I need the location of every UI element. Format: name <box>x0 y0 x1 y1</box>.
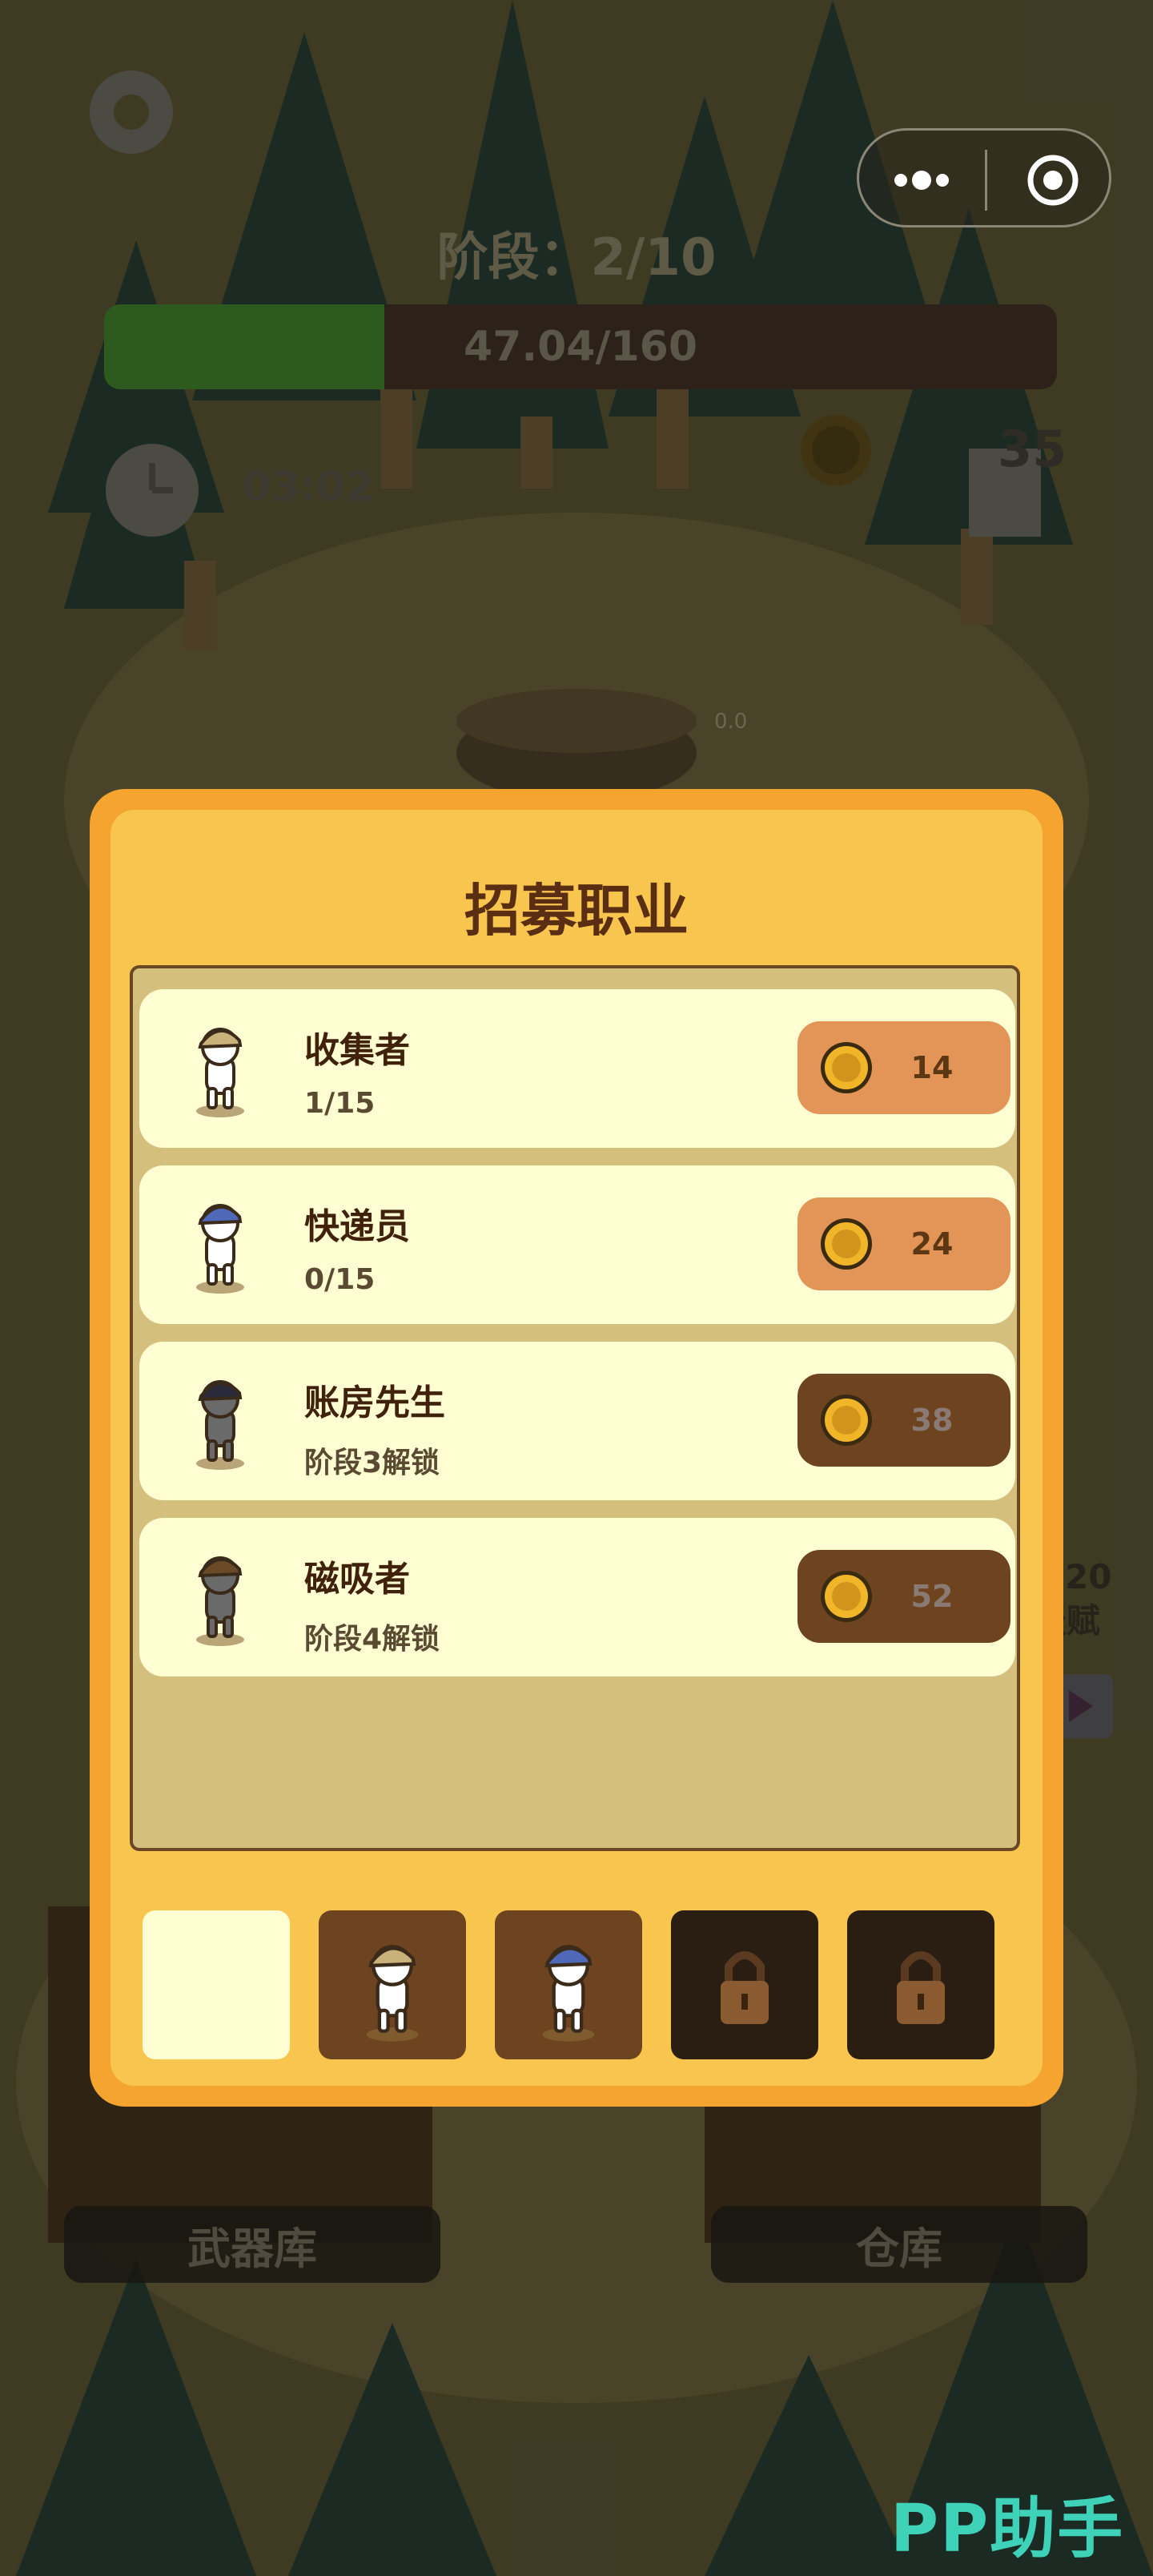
profession-status: 0/15 <box>304 1263 376 1296</box>
recruit-button[interactable]: 38 <box>797 1374 1010 1467</box>
coin-icon <box>821 1571 872 1622</box>
profession-status: 阶段3解锁 <box>304 1447 440 1479</box>
recruit-cost: 38 <box>910 1403 954 1438</box>
profession-tab[interactable] <box>495 1910 642 2059</box>
watermark: PP助手 <box>890 2491 1125 2567</box>
timer-text: 03:02 <box>242 463 375 511</box>
scene-marker: 0.0 <box>714 710 748 734</box>
profession-row: 快递员 0/15 24 <box>139 1165 1015 1324</box>
armory-label[interactable]: 武器库 <box>64 2206 440 2283</box>
profession-tab[interactable] <box>143 1910 290 2059</box>
profession-tab[interactable] <box>319 1910 466 2059</box>
recruit-cost: 24 <box>910 1226 954 1262</box>
profession-status: 阶段4解锁 <box>304 1623 440 1656</box>
profession-name: 快递员 <box>304 1206 410 1247</box>
profession-row: 账房先生阶段3解锁 38 <box>139 1342 1015 1500</box>
capsule-divider <box>985 150 987 211</box>
recruit-button[interactable]: 14 <box>797 1021 1010 1114</box>
profession-row: 磁吸者阶段4解锁 52 <box>139 1518 1015 1676</box>
recruit-button[interactable]: 52 <box>797 1550 1010 1643</box>
more-dots-icon[interactable] <box>890 156 954 204</box>
recruit-button[interactable]: 24 <box>797 1197 1010 1290</box>
coin-icon <box>821 1218 872 1270</box>
target-circle-icon[interactable] <box>1026 153 1080 207</box>
recruit-dialog: 招募职业 收集者 1/15 14 快递员 0/15 24 账房先生阶段3解锁 38 磁吸者阶段4… <box>90 789 1063 2107</box>
worker-avatar-icon <box>196 1204 244 1294</box>
worker-avatar-icon <box>196 1028 244 1117</box>
talent-count: 20 <box>1065 1557 1112 1596</box>
coin-icon <box>821 1042 872 1093</box>
profession-name: 收集者 <box>304 1030 410 1071</box>
worker-avatar-icon <box>542 1945 595 2042</box>
dialog-title: 招募职业 <box>464 878 689 944</box>
worker-avatar-icon <box>366 1945 419 2042</box>
coin-icon <box>821 1395 872 1446</box>
padlock-icon <box>897 1951 945 2024</box>
profession-list: 收集者 1/15 14 快递员 0/15 24 账房先生阶段3解锁 38 磁吸者阶段4解锁 52 <box>130 965 1020 1851</box>
profession-name: 账房先生 <box>304 1383 445 1423</box>
worker-avatar-icon <box>196 1380 244 1470</box>
recruit-cost: 14 <box>910 1050 954 1085</box>
profession-tab[interactable] <box>671 1910 818 2059</box>
stage-progress-bar: 47.04/160 <box>104 304 1057 389</box>
progress-text: 47.04/160 <box>463 323 698 371</box>
dialog-inner: 招募职业 收集者 1/15 14 快递员 0/15 24 账房先生阶段3解锁 38 磁吸者阶段4… <box>110 810 1043 2086</box>
profession-name: 磁吸者 <box>304 1559 410 1600</box>
warehouse-label[interactable]: 仓库 <box>711 2206 1087 2283</box>
recruit-cost: 52 <box>910 1579 954 1614</box>
mini-program-capsule <box>857 128 1111 227</box>
profession-row: 收集者 1/15 14 <box>139 989 1015 1148</box>
profession-tab[interactable] <box>847 1910 994 2059</box>
worker-avatar-icon <box>196 1556 244 1646</box>
coin-count: 35 <box>998 420 1067 478</box>
profession-status: 1/15 <box>304 1087 376 1120</box>
padlock-icon <box>721 1951 769 2024</box>
